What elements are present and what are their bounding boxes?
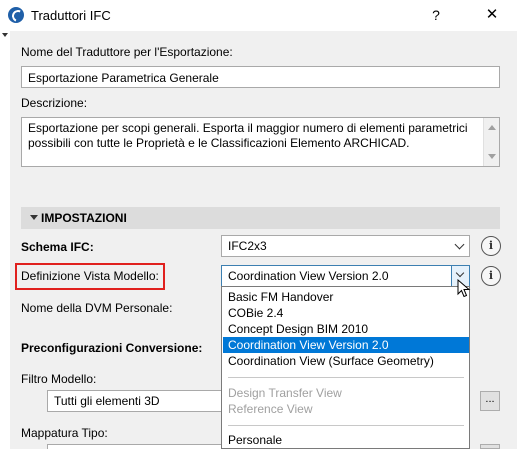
dropdown-separator	[228, 377, 464, 378]
mvd-option-reference-view: Reference View	[228, 402, 313, 416]
mvd-value: Coordination View Version 2.0	[228, 269, 389, 283]
mouse-cursor-icon	[457, 279, 471, 298]
mvd-option-coordination-surface[interactable]: Coordination View (Surface Geometry)	[223, 353, 469, 369]
mvd-option-basic-fm[interactable]: Basic FM Handover	[223, 289, 469, 305]
type-mapping-select[interactable]	[47, 444, 223, 449]
mvd-option-coordination-view-2[interactable]: Coordination View Version 2.0	[223, 337, 469, 353]
schema-info-icon[interactable]: i	[481, 236, 501, 256]
preconfig-label: Preconfigurazioni Conversione:	[21, 341, 203, 355]
window-title: Traduttori IFC	[31, 8, 111, 23]
ifc-schema-value: IFC2x3	[228, 239, 267, 253]
export-name-label: Nome del Traduttore per l'Esportazione:	[21, 45, 233, 59]
description-scrollbar[interactable]	[483, 118, 499, 166]
mvd-option-personale[interactable]: Personale	[223, 432, 469, 448]
mvd-option-design-transfer: Design Transfer View	[228, 386, 342, 400]
mvd-info-icon[interactable]: i	[481, 266, 501, 286]
description-textarea[interactable]: Esportazione per scopi generali. Esporta…	[21, 117, 500, 167]
help-button[interactable]: ?	[422, 5, 450, 25]
mvd-dropdown-list: Basic FM Handover COBie 2.4 Concept Desi…	[221, 286, 470, 449]
section-collapse-icon	[30, 215, 38, 220]
title-bar: Traduttori IFC ? ✕	[0, 0, 517, 31]
type-mapping-label: Mappatura Tipo:	[21, 426, 108, 440]
type-mapping-more-button[interactable]	[480, 444, 500, 449]
mvd-highlight-callout	[15, 263, 165, 290]
description-text: Esportazione per scopi generali. Esporta…	[28, 121, 468, 150]
mvd-option-cobie[interactable]: COBie 2.4	[223, 305, 469, 321]
model-filter-label: Filtro Modello:	[21, 372, 97, 386]
close-button[interactable]: ✕	[478, 5, 506, 25]
scroll-down-icon[interactable]	[488, 154, 496, 159]
ifc-schema-label: Schema IFC:	[21, 240, 94, 254]
model-filter-more-button[interactable]: ...	[480, 391, 500, 411]
ifc-schema-select[interactable]: IFC2x3	[221, 235, 470, 257]
dropdown-separator	[228, 425, 464, 426]
custom-mvd-label: Nome della DVM Personale:	[21, 301, 173, 315]
mvd-option-concept-design[interactable]: Concept Design BIM 2010	[223, 321, 469, 337]
settings-section-header[interactable]: IMPOSTAZIONI	[21, 207, 500, 229]
model-filter-value: Tutti gli elementi 3D	[54, 394, 160, 408]
mvd-select[interactable]: Coordination View Version 2.0	[221, 265, 470, 287]
scroll-up-icon[interactable]	[488, 125, 496, 130]
archicad-app-icon	[8, 7, 24, 23]
chevron-down-icon	[454, 239, 465, 250]
export-name-input[interactable]: Esportazione Parametrica Generale	[21, 66, 500, 88]
description-label: Descrizione:	[21, 96, 88, 110]
collapse-arrow-icon[interactable]	[2, 33, 8, 37]
chevron-down-icon	[455, 268, 465, 278]
settings-section-title: IMPOSTAZIONI	[41, 211, 127, 225]
model-filter-select[interactable]: Tutti gli elementi 3D	[47, 390, 223, 412]
